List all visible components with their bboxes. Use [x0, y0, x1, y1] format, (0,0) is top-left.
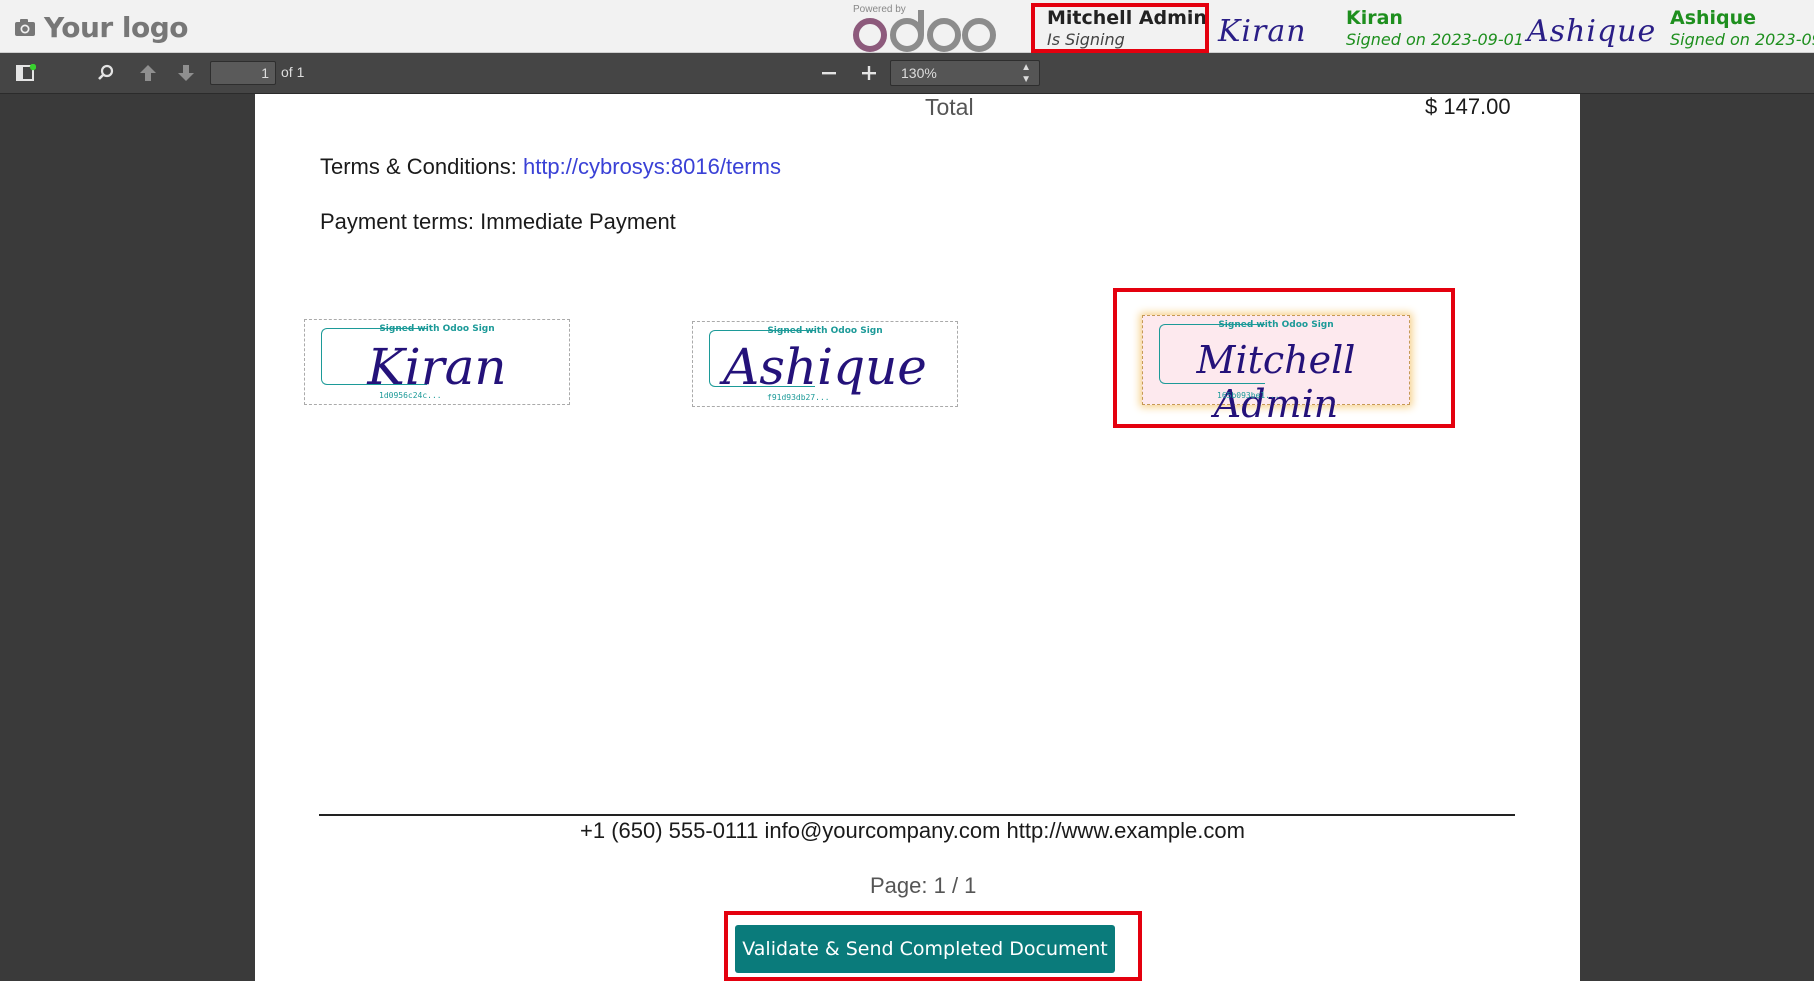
signer-ashique-status: Signed on 2023-09: [1670, 30, 1814, 49]
signature-header: Signed with Odoo Sign: [379, 324, 495, 334]
ashique-signature-thumb: Ashique: [1527, 14, 1657, 49]
signature-mitchell-admin[interactable]: Signed with Odoo Sign Mitchell Admin 165…: [1142, 315, 1410, 426]
footer-divider: [319, 814, 1515, 816]
page-count-label: of 1: [281, 64, 305, 80]
arrow-down-icon[interactable]: [172, 59, 200, 87]
signature-ashique: Signed with Odoo Sign Ashique f91d93db27…: [692, 321, 958, 407]
company-logo: Your logo: [14, 10, 189, 44]
signature-kiran: Signed with Odoo Sign Kiran 1d0956c24c..…: [304, 319, 570, 405]
signature-name: Mitchell Admin: [1196, 338, 1356, 426]
signer-kiran-name: Kiran: [1346, 7, 1403, 29]
vertical-scrollbar[interactable]: [1800, 94, 1814, 981]
terms-link[interactable]: http://cybrosys:8016/terms: [523, 154, 781, 179]
signature-hash: f91d93db27...: [767, 393, 830, 402]
current-signer-name: Mitchell Admin: [1047, 7, 1207, 29]
signer-kiran: Kiran Signed on 2023-09-01: [1346, 6, 1524, 50]
search-icon[interactable]: [92, 59, 120, 87]
footer-contact: +1 (650) 555-0111 info@yourcompany.com h…: [580, 818, 1245, 843]
signer-ashique: Ashique Signed on 2023-09: [1670, 6, 1814, 50]
camera-icon: [14, 17, 36, 37]
odoo-logo[interactable]: [852, 8, 998, 54]
page-number-input[interactable]: 1: [210, 61, 276, 85]
pdf-toolbar: 1 of 1 130% ▲ ▼: [0, 53, 1814, 94]
sidebar-toggle-icon[interactable]: [12, 59, 40, 87]
signature-name: Kiran: [367, 338, 507, 396]
signer-header-bar: Your logo Powered by Mitchell Admin Is S…: [0, 0, 1814, 53]
total-value: $ 147.00: [1425, 94, 1511, 119]
signature-header: Signed with Odoo Sign: [1218, 320, 1334, 330]
select-arrows-icon: ▲ ▼: [1021, 62, 1031, 85]
logo-text: Your logo: [44, 10, 189, 44]
zoom-out-icon[interactable]: [815, 59, 843, 87]
signer-ashique-name: Ashique: [1670, 7, 1757, 29]
total-label: Total: [925, 94, 974, 120]
signature-hash: 165b093be1...: [1217, 391, 1280, 400]
signature-name: Ashique: [723, 338, 927, 396]
zoom-in-icon[interactable]: [855, 59, 883, 87]
document-page: Total $ 147.00 Terms & Conditions: http:…: [255, 94, 1580, 981]
page-number: Page: 1 / 1: [870, 873, 977, 898]
signature-hash: 1d0956c24c...: [379, 391, 442, 400]
kiran-signature-thumb: Kiran: [1218, 14, 1307, 49]
document-viewer[interactable]: Total $ 147.00 Terms & Conditions: http:…: [0, 94, 1814, 981]
zoom-select[interactable]: 130% ▲ ▼: [890, 60, 1040, 86]
signer-kiran-status: Signed on 2023-09-01: [1346, 30, 1524, 49]
zoom-value: 130%: [901, 65, 937, 81]
payment-terms: Payment terms: Immediate Payment: [320, 209, 676, 234]
arrow-up-icon[interactable]: [134, 59, 162, 87]
current-signer: Mitchell Admin Is Signing: [1047, 6, 1207, 50]
current-signer-status: Is Signing: [1047, 30, 1125, 49]
signature-header: Signed with Odoo Sign: [767, 326, 883, 336]
terms-conditions: Terms & Conditions: http://cybrosys:8016…: [320, 154, 781, 180]
validate-send-button[interactable]: Validate & Send Completed Document: [735, 925, 1115, 973]
terms-label: Terms & Conditions:: [320, 154, 523, 179]
